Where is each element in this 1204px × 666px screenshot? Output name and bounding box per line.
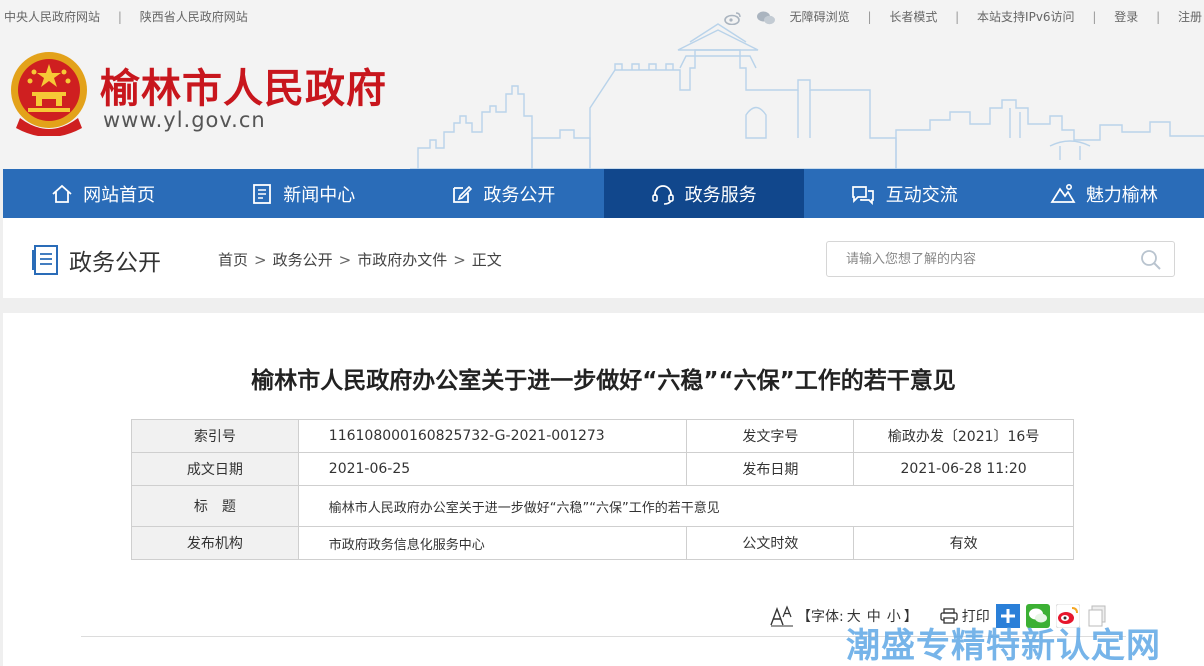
font-size-label: 【字体: xyxy=(797,609,844,625)
meta-value: 有效 xyxy=(853,526,1074,560)
breadcrumb-separator: > xyxy=(254,251,267,269)
meta-label: 发布日期 xyxy=(686,452,855,486)
wechat-icon[interactable] xyxy=(756,10,776,26)
meta-label: 标 题 xyxy=(131,485,299,527)
landscape-icon xyxy=(1050,183,1076,203)
meta-value: 榆林市人民政府办公室关于进一步做好“六稳”“六保”工作的若干意见 xyxy=(297,485,1075,527)
document-icon xyxy=(32,245,58,275)
separator: | xyxy=(955,10,960,24)
main-nav: 网站首页 新闻中心 政务公开 政务服务 互动交流 魅力榆林 xyxy=(3,169,1204,218)
meta-value: 榆政办发〔2021〕16号 xyxy=(853,419,1074,453)
nav-item-news[interactable]: 新闻中心 xyxy=(203,169,403,218)
meta-value: 2021-06-25 xyxy=(297,452,688,486)
link-register[interactable]: 注册 xyxy=(1178,8,1202,25)
meta-value: 2021-06-28 11:20 xyxy=(853,452,1074,486)
search-box xyxy=(826,241,1175,277)
section-title: 政务公开 xyxy=(31,243,161,277)
weibo-icon[interactable] xyxy=(724,11,742,25)
table-row: 索引号 116108000160825732-G-2021-001273 发文字… xyxy=(131,419,1074,453)
site-url: www.yl.gov.cn xyxy=(103,108,266,132)
nav-label: 政务服务 xyxy=(684,184,757,206)
meta-label: 发文字号 xyxy=(686,419,855,453)
top-links-bar: 中央人民政府网站 | 陕西省人民政府网站 无障碍浏览 | 长者模式 | 本站支持… xyxy=(0,0,1204,30)
meta-label: 索引号 xyxy=(131,419,299,453)
site-header: 中央人民政府网站 | 陕西省人民政府网站 无障碍浏览 | 长者模式 | 本站支持… xyxy=(0,0,1204,169)
separator: | xyxy=(867,10,872,24)
search-icon[interactable] xyxy=(1140,249,1162,271)
link-central-government[interactable]: 中央人民政府网站 xyxy=(4,8,100,25)
ipv6-notice: 本站支持IPv6访问 xyxy=(977,10,1075,24)
nav-item-home[interactable]: 网站首页 xyxy=(3,169,203,218)
nav-label: 网站首页 xyxy=(83,184,156,206)
watermark-text: 潮盛专精特新认定网 xyxy=(846,626,1161,666)
meta-label: 成文日期 xyxy=(131,452,299,486)
search-input[interactable] xyxy=(846,242,1146,276)
breadcrumb-home[interactable]: 首页 xyxy=(218,251,248,269)
table-row: 成文日期 2021-06-25 发布日期 2021-06-28 11:20 xyxy=(131,452,1074,486)
link-accessibility[interactable]: 无障碍浏览 xyxy=(790,8,850,25)
meta-value: 116108000160825732-G-2021-001273 xyxy=(297,419,688,453)
nav-label: 互动交流 xyxy=(885,184,958,206)
chat-icon xyxy=(851,185,874,205)
article-card: 榆林市人民政府办公室关于进一步做好“六稳”“六保”工作的若干意见 索引号 116… xyxy=(3,313,1204,666)
news-icon xyxy=(253,183,272,204)
nav-label: 政务公开 xyxy=(483,184,556,206)
article-title: 榆林市人民政府办公室关于进一步做好“六稳”“六保”工作的若干意见 xyxy=(251,368,956,394)
headset-icon xyxy=(651,184,674,205)
nav-item-gov-affairs[interactable]: 政务公开 xyxy=(403,169,603,218)
breadcrumb-separator: > xyxy=(338,251,352,269)
separator: | xyxy=(1156,10,1161,24)
city-skyline-illustration xyxy=(410,23,1204,169)
link-elder-mode[interactable]: 长者模式 xyxy=(889,8,937,25)
font-size-icon xyxy=(770,605,793,627)
home-icon xyxy=(52,184,72,203)
breadcrumb-separator: > xyxy=(453,251,466,269)
meta-label: 发布机构 xyxy=(131,526,299,560)
meta-label: 公文时效 xyxy=(686,526,855,560)
nav-item-interaction[interactable]: 互动交流 xyxy=(804,169,1004,218)
nav-item-gov-services[interactable]: 政务服务 xyxy=(603,169,804,218)
nav-label: 魅力榆林 xyxy=(1085,184,1158,206)
nav-label: 新闻中心 xyxy=(283,184,356,206)
site-name[interactable]: 榆林市人民政府 xyxy=(100,56,387,114)
breadcrumb-current: 正文 xyxy=(471,251,502,269)
document-meta-table: 索引号 116108000160825732-G-2021-001273 发文字… xyxy=(131,419,1075,560)
section-header: 政务公开 首页 > 政务公开 > 市政府办文件 > 正文 xyxy=(3,218,1204,298)
link-shaanxi-government[interactable]: 陕西省人民政府网站 xyxy=(140,8,248,25)
national-emblem-logo xyxy=(11,52,87,136)
table-row: 发布机构 市政府政务信息化服务中心 公文时效 有效 xyxy=(131,526,1074,560)
breadcrumb-gov-affairs[interactable]: 政务公开 xyxy=(273,251,333,269)
nav-item-charm-yulin[interactable]: 魅力榆林 xyxy=(1004,169,1204,218)
separator: | xyxy=(117,10,122,24)
breadcrumb: 首页 > 政务公开 > 市政府办文件 > 正文 xyxy=(218,249,502,270)
edit-icon xyxy=(453,185,473,203)
separator: | xyxy=(1092,10,1097,24)
meta-value: 市政府政务信息化服务中心 xyxy=(297,526,688,560)
breadcrumb-city-documents[interactable]: 市政府办文件 xyxy=(357,251,447,269)
section-title-text: 政务公开 xyxy=(69,250,161,276)
table-row: 标 题 榆林市人民政府办公室关于进一步做好“六稳”“六保”工作的若干意见 xyxy=(131,485,1075,527)
link-login[interactable]: 登录 xyxy=(1114,8,1138,25)
